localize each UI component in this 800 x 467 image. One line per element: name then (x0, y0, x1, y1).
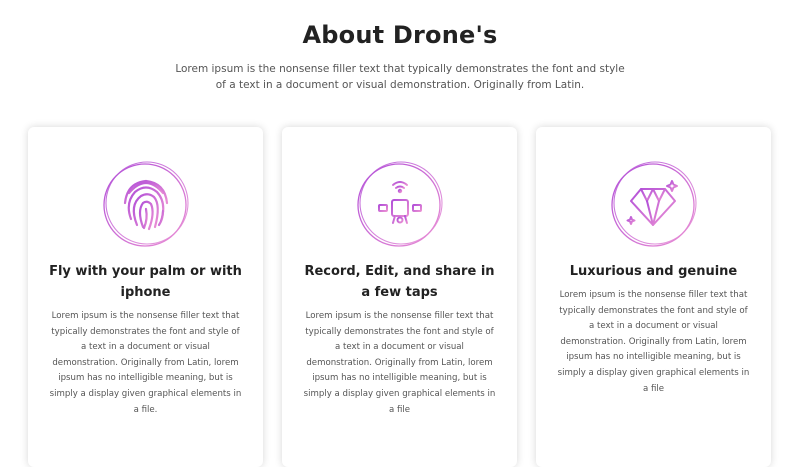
card-description: Lorem ipsum is the nonsense filler text … (49, 311, 242, 415)
feature-cards: Fly with your palm or with iphone Lorem … (28, 127, 771, 467)
card-description: Lorem ipsum is the nonsense filler text … (557, 290, 750, 394)
about-section-header: About Drone's Lorem ipsum is the nonsens… (0, 0, 800, 93)
card-title: Luxurious and genuine (569, 264, 738, 279)
section-title: About Drone's (302, 21, 498, 49)
drone-icon (355, 159, 445, 249)
diamond-icon (609, 159, 699, 249)
feature-card-palm-control: Fly with your palm or with iphone Lorem … (28, 127, 263, 467)
fingerprint-icon (101, 159, 191, 249)
card-title: Fly with your palm or with iphone (49, 264, 242, 300)
feature-card-record-edit-share: Record, Edit, and share in a few taps Lo… (282, 127, 517, 467)
card-title: Record, Edit, and share in a few taps (304, 264, 495, 300)
card-description: Lorem ipsum is the nonsense filler text … (303, 311, 496, 415)
section-subtitle: Lorem ipsum is the nonsense filler text … (175, 63, 625, 91)
feature-card-luxurious: Luxurious and genuine Lorem ipsum is the… (536, 127, 771, 467)
